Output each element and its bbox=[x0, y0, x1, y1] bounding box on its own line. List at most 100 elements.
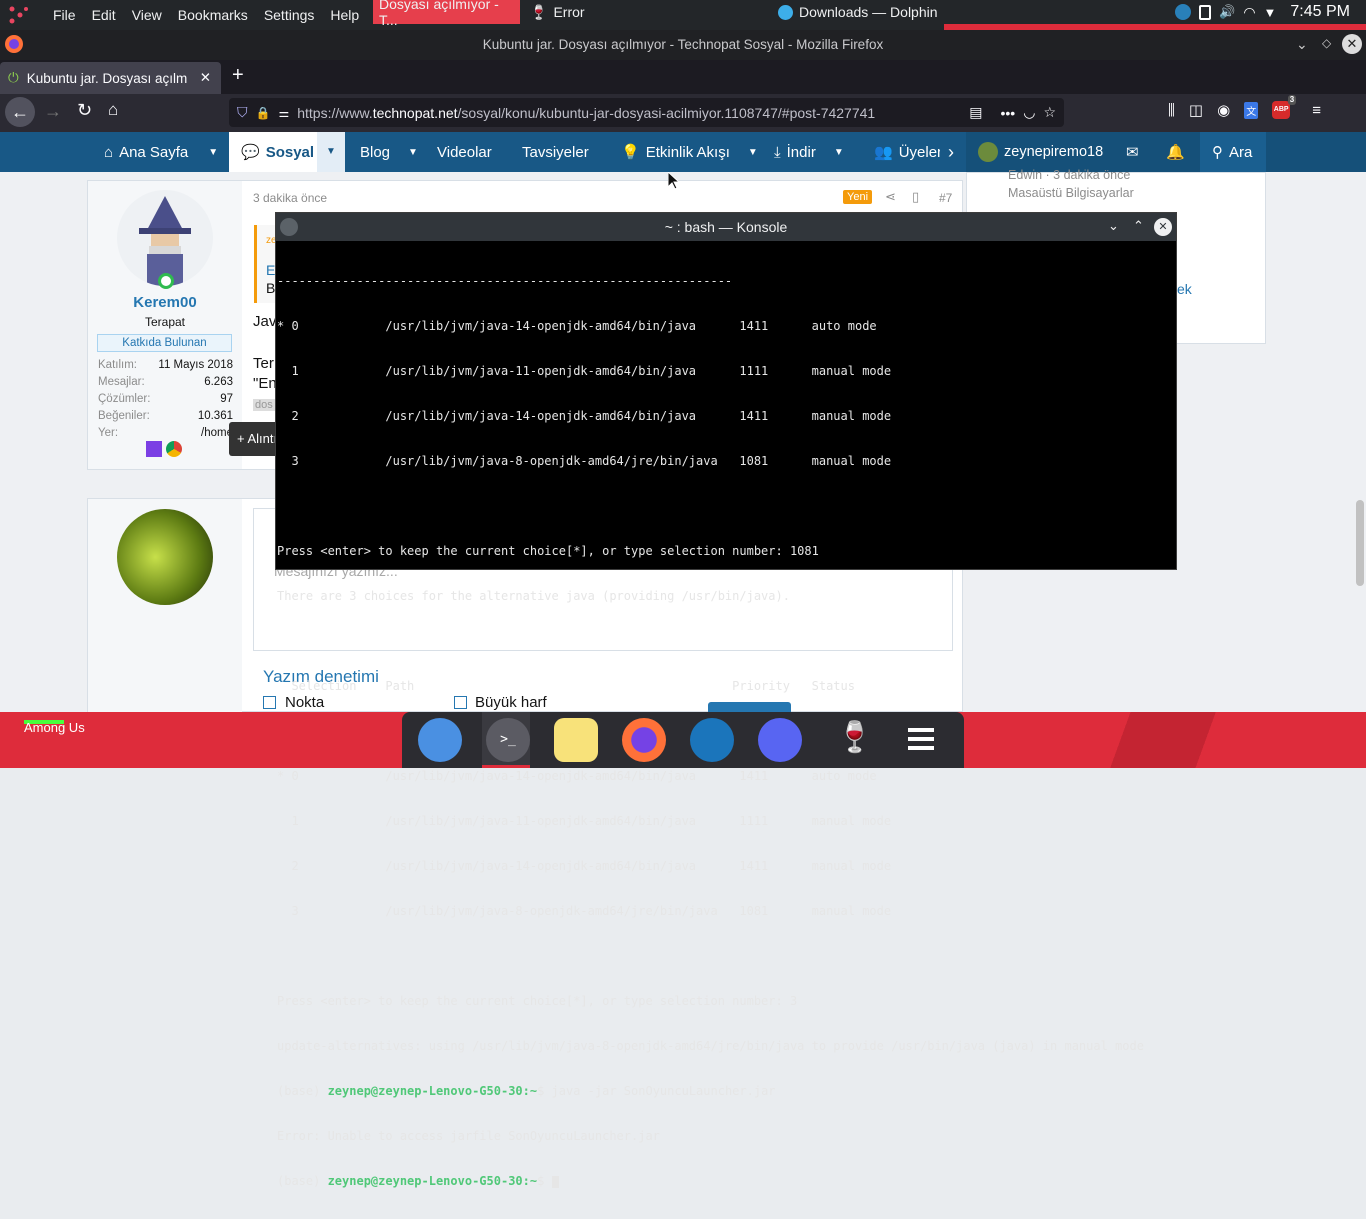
maximize-icon[interactable]: ⌃ bbox=[1133, 218, 1144, 234]
chrome-icon bbox=[166, 441, 182, 457]
terminal-line: 1 /usr/lib/jvm/java-11-openjdk-amd64/bin… bbox=[277, 814, 892, 828]
reader-view-icon[interactable]: ▤ bbox=[969, 104, 982, 121]
tray-expand-icon[interactable]: ▼ bbox=[1264, 5, 1277, 20]
wifi-icon[interactable]: ◠ bbox=[1243, 4, 1255, 21]
tab-technopat[interactable]: ⏻ Kubuntu jar. Dosyası açılm ✕ bbox=[0, 62, 221, 94]
bookmark-icon[interactable]: ▯ bbox=[912, 189, 919, 205]
new-tab-icon[interactable]: + bbox=[232, 64, 244, 87]
bulb-icon: 💡 bbox=[621, 144, 640, 161]
kde-launcher-icon[interactable] bbox=[8, 5, 30, 25]
volume-icon[interactable]: 🔊 bbox=[1219, 4, 1235, 20]
cursor bbox=[551, 1175, 559, 1188]
terminal-icon[interactable]: >_ bbox=[486, 718, 530, 762]
post-code: dos bbox=[253, 399, 275, 411]
nav-indir[interactable]: ⤓ İndir ▼ bbox=[774, 132, 844, 172]
reload-icon[interactable]: ↻ bbox=[77, 100, 92, 121]
library-icon[interactable]: ⫼ bbox=[1168, 102, 1175, 119]
nav-home[interactable]: ⌂ Ana Sayfa ▼ bbox=[104, 132, 218, 172]
avatar[interactable] bbox=[117, 190, 213, 286]
menu-edit[interactable]: Edit bbox=[84, 0, 124, 30]
nav-scroll-right-icon[interactable]: › bbox=[948, 132, 954, 172]
sidebar-meta: Edwin · 3 dakika önce bbox=[1008, 168, 1131, 182]
firefox-icon[interactable] bbox=[622, 718, 666, 762]
nav-blog[interactable]: Blog ▼ bbox=[360, 132, 418, 172]
windows-icon bbox=[146, 441, 162, 457]
maximize-icon[interactable]: ◇ bbox=[1322, 36, 1331, 50]
close-window-icon[interactable]: ✕ bbox=[1342, 34, 1362, 54]
bookmark-star-icon[interactable]: ☆ bbox=[1043, 104, 1056, 121]
nav-uyeler[interactable]: 👥 Üyeler bbox=[874, 132, 940, 172]
minimize-icon[interactable]: ⌄ bbox=[1296, 36, 1308, 53]
chevron-down-icon[interactable]: ▼ bbox=[748, 147, 758, 158]
sidebar-icon[interactable]: ◫ bbox=[1189, 101, 1203, 119]
terminal-line: Press <enter> to keep the current choice… bbox=[277, 994, 798, 1008]
back-icon[interactable]: ← bbox=[5, 97, 35, 127]
forward-icon[interactable]: → bbox=[44, 101, 62, 122]
finder-icon[interactable] bbox=[418, 718, 462, 762]
sidebar-forum[interactable]: Masaüstü Bilgisayarlar bbox=[1008, 186, 1134, 200]
pocket-icon[interactable]: ◡ bbox=[1023, 104, 1035, 121]
share-icon[interactable]: ⋖ bbox=[885, 189, 896, 205]
clipboard-icon[interactable] bbox=[1199, 4, 1212, 20]
nav-videolar[interactable]: Videolar bbox=[437, 132, 492, 172]
notes-icon[interactable] bbox=[554, 718, 598, 762]
chevron-down-icon[interactable]: ▼ bbox=[208, 147, 218, 158]
tab-close-icon[interactable]: ✕ bbox=[200, 70, 211, 86]
nav-tavsiyeler[interactable]: Tavsiyeler bbox=[522, 132, 589, 172]
author-role: Terapat bbox=[144, 315, 186, 329]
post-time[interactable]: 3 dakika önce bbox=[253, 191, 327, 205]
translate-icon[interactable]: 文 bbox=[1244, 101, 1259, 119]
quote-text: E bbox=[266, 262, 276, 278]
task-dolphin[interactable]: Downloads — Dolphin bbox=[778, 0, 938, 24]
quote-button[interactable]: + Alıntı bbox=[229, 422, 279, 456]
hamburger-menu-icon[interactable]: ≡ bbox=[1312, 102, 1321, 119]
app-menu-icon[interactable] bbox=[908, 728, 934, 750]
update-icon[interactable] bbox=[1175, 4, 1192, 20]
wine-icon[interactable]: 🍷 bbox=[836, 720, 873, 755]
author-name[interactable]: Kerem00 bbox=[88, 294, 242, 311]
search-button[interactable]: ⚲ Ara bbox=[1200, 132, 1266, 172]
notifications-icon[interactable]: 🔔 bbox=[1166, 132, 1185, 172]
user-menu[interactable]: zeynepiremo18 bbox=[978, 132, 1103, 172]
lock-icon[interactable]: 🔒 bbox=[256, 106, 271, 120]
menu-file[interactable]: File bbox=[45, 0, 84, 30]
clock[interactable]: 7:45 PM bbox=[1290, 3, 1350, 21]
menu-settings[interactable]: Settings bbox=[256, 0, 323, 30]
among-us-launcher[interactable]: Among Us bbox=[24, 720, 85, 735]
home-icon[interactable]: ⌂ bbox=[108, 100, 118, 120]
nokta-checkbox[interactable] bbox=[263, 696, 276, 709]
minimize-icon[interactable]: ⌄ bbox=[1108, 218, 1119, 234]
mouse-cursor-icon bbox=[668, 172, 680, 190]
post-number[interactable]: #7 bbox=[939, 191, 952, 205]
shield-icon[interactable]: ⛉ bbox=[237, 104, 248, 121]
permissions-icon[interactable]: ⚌ bbox=[278, 106, 289, 120]
sidebar-link[interactable]: ek bbox=[1177, 281, 1192, 297]
close-icon[interactable]: ✕ bbox=[1154, 218, 1172, 236]
terminal-line: There are 3 choices for the alternative … bbox=[277, 589, 790, 603]
account-icon[interactable]: ◉ bbox=[1217, 101, 1230, 119]
menu-help[interactable]: Help bbox=[322, 0, 367, 30]
discord-icon[interactable] bbox=[758, 718, 802, 762]
url-bar[interactable]: ⛉ 🔒 ⚌ https://www.technopat.net/sosyal/k… bbox=[229, 98, 1064, 127]
chevron-down-icon[interactable]: ▼ bbox=[408, 147, 418, 158]
konsole-menu-icon[interactable] bbox=[280, 218, 298, 236]
messages-icon[interactable]: ✉ bbox=[1126, 132, 1139, 172]
chevron-down-icon[interactable]: ▼ bbox=[834, 147, 844, 158]
menu-view[interactable]: View bbox=[124, 0, 170, 30]
konsole-window: ~ : bash — Konsole ⌄ ⌃ ✕ ---------------… bbox=[275, 212, 1177, 1188]
page-actions-icon[interactable]: ••• bbox=[1001, 105, 1016, 121]
avatar[interactable] bbox=[117, 509, 213, 605]
task-firefox[interactable]: Dosyası açılmıyor - T... bbox=[373, 0, 520, 28]
url-text: https://www.technopat.net/sosyal/konu/ku… bbox=[297, 104, 876, 121]
terminal-line: 3 /usr/lib/jvm/java-8-openjdk-amd64/jre/… bbox=[277, 454, 892, 468]
task-error[interactable]: 🍷 Error bbox=[530, 0, 585, 24]
online-status-icon bbox=[158, 273, 174, 289]
page-scrollbar[interactable] bbox=[1356, 500, 1364, 586]
adblock-icon[interactable]: ABP 3 bbox=[1272, 95, 1297, 119]
menu-bookmarks[interactable]: Bookmarks bbox=[170, 0, 256, 30]
nav-etkinlik[interactable]: 💡 Etkinlik Akışı ▼ bbox=[621, 132, 758, 172]
chevron-down-icon[interactable]: ▼ bbox=[317, 132, 345, 172]
steam-icon[interactable] bbox=[690, 718, 734, 762]
